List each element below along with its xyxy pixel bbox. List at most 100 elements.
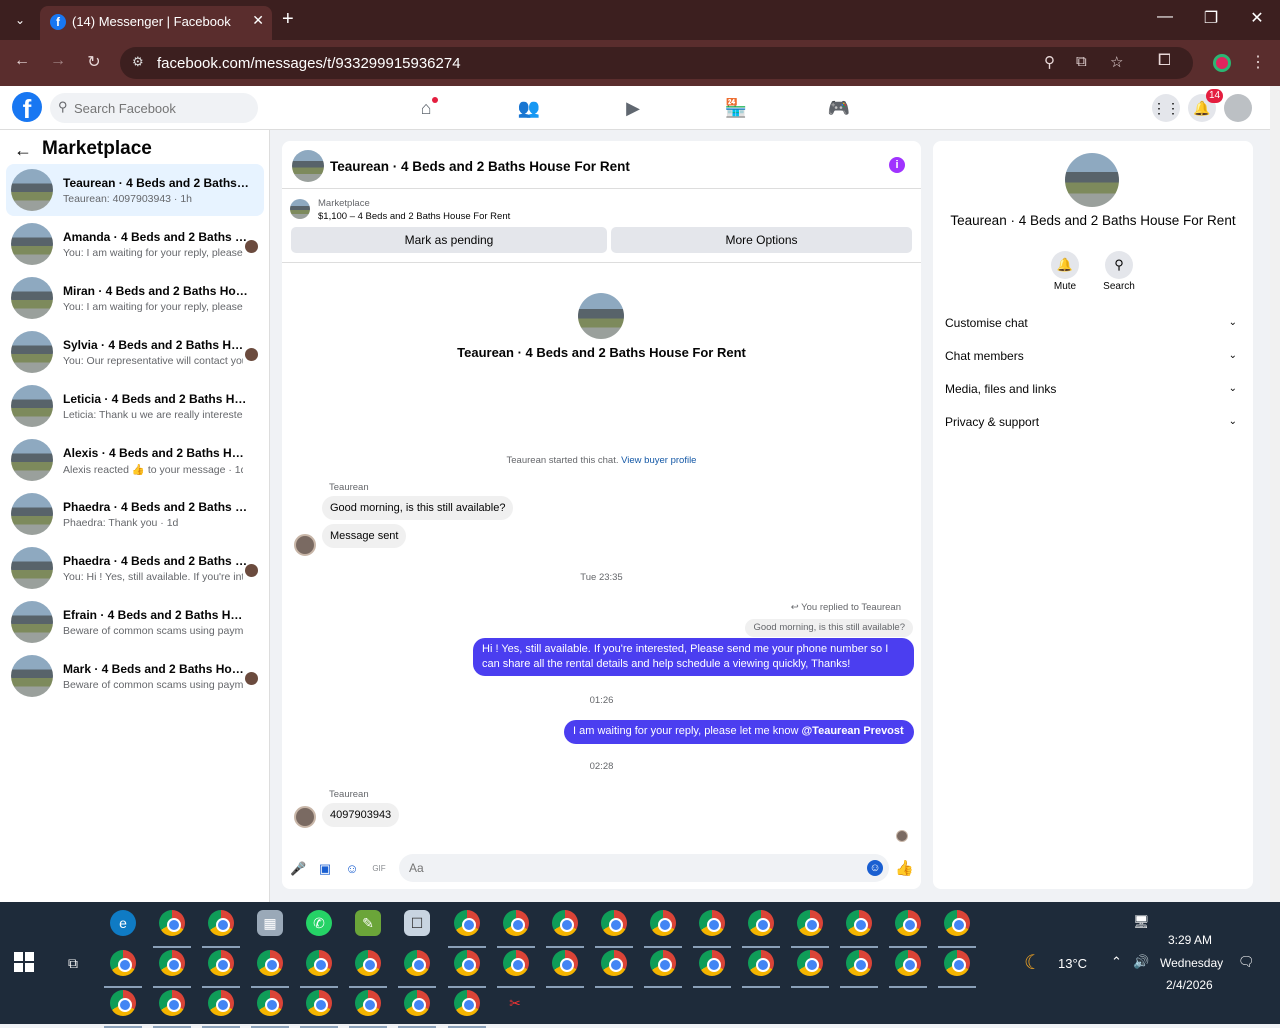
more-options-button[interactable]: More Options	[611, 227, 912, 253]
mute-bell-icon[interactable]: 🔔	[1051, 251, 1079, 279]
chrome-taskbar-icon[interactable]	[944, 910, 970, 936]
sender-avatar[interactable]	[294, 534, 316, 556]
chrome-taskbar-icon[interactable]	[650, 950, 676, 976]
conversation-item[interactable]: Sylvia · 4 Beds and 2 Baths House For Re…	[6, 326, 264, 378]
conversation-item[interactable]: Phaedra · 4 Beds and 2 Baths House For R…	[6, 542, 264, 594]
close-window-button[interactable]: ✕	[1242, 8, 1272, 28]
privacy-support-item[interactable]: Privacy & support ⌄	[945, 410, 1241, 434]
browser-profile-avatar[interactable]	[1213, 54, 1231, 72]
whatsapp-icon[interactable]: ✆	[306, 910, 332, 936]
windows-start-icon[interactable]	[14, 952, 34, 972]
chrome-taskbar-icon[interactable]	[208, 950, 234, 976]
emoji-icon[interactable]: ☺	[867, 860, 883, 876]
facebook-logo-icon[interactable]: f	[12, 92, 42, 124]
address-bar[interactable]: ⚙ facebook.com/messages/t/93329991593627…	[120, 47, 1193, 79]
chrome-taskbar-icon[interactable]	[208, 990, 234, 1016]
chrome-taskbar-icon[interactable]	[944, 950, 970, 976]
chrome-taskbar-icon[interactable]	[552, 910, 578, 936]
thumbs-up-icon[interactable]: 👍	[895, 861, 914, 877]
clock-day[interactable]: Wednesday	[1160, 956, 1223, 970]
browser-tab-messenger[interactable]: f (14) Messenger | Facebook ✕	[40, 6, 272, 40]
info-icon[interactable]: i	[889, 157, 905, 173]
video-icon[interactable]: ▶	[620, 95, 646, 121]
conversation-item[interactable]: Leticia · 4 Beds and 2 Baths House For R…	[6, 380, 264, 432]
conversation-item[interactable]: Alexis · 4 Beds and 2 Baths House For Re…	[6, 434, 264, 486]
chrome-taskbar-icon[interactable]	[503, 910, 529, 936]
chrome-taskbar-icon[interactable]	[601, 950, 627, 976]
mark-as-pending-button[interactable]: Mark as pending	[291, 227, 607, 253]
edge-icon[interactable]: e	[110, 910, 136, 936]
chat-title[interactable]: Teaurean · 4 Beds and 2 Baths House For …	[330, 159, 630, 174]
chrome-taskbar-icon[interactable]	[846, 950, 872, 976]
bookmark-star-icon[interactable]: ☆	[1110, 53, 1123, 71]
gif-icon[interactable]: GIF	[371, 861, 387, 877]
chrome-taskbar-icon[interactable]	[503, 950, 529, 976]
search-icon[interactable]: ⚲	[1105, 251, 1133, 279]
chat-avatar[interactable]	[292, 150, 324, 182]
tab-search-button[interactable]: ⌄	[8, 8, 32, 32]
network-app-icon[interactable]: ▦	[257, 910, 283, 936]
chrome-taskbar-icon[interactable]	[454, 990, 480, 1016]
account-avatar[interactable]	[1224, 94, 1252, 122]
forward-button[interactable]: →	[46, 52, 70, 70]
search-input[interactable]	[74, 93, 254, 123]
hidden-icons-chevron-icon[interactable]: ⌃	[1111, 954, 1122, 970]
chrome-taskbar-icon[interactable]	[699, 950, 725, 976]
chrome-taskbar-icon[interactable]	[552, 950, 578, 976]
back-button[interactable]: ←	[10, 52, 34, 70]
chrome-taskbar-icon[interactable]	[355, 990, 381, 1016]
media-files-links-item[interactable]: Media, files and links ⌄	[945, 377, 1241, 401]
temperature[interactable]: 13°C	[1058, 956, 1087, 971]
conversation-item[interactable]: Mark · 4 Beds and 2 Baths House For Rent…	[6, 650, 264, 702]
browser-menu-icon[interactable]: ⋮	[1250, 52, 1266, 72]
notepad-icon[interactable]: ✎	[355, 910, 381, 936]
task-view-icon[interactable]: ⧉	[60, 950, 86, 976]
chrome-taskbar-icon[interactable]	[601, 910, 627, 936]
chrome-taskbar-icon[interactable]	[797, 910, 823, 936]
clock-date[interactable]: 2/4/2026	[1166, 978, 1213, 992]
chrome-taskbar-icon[interactable]	[797, 950, 823, 976]
zoom-icon[interactable]: ⚲	[1044, 53, 1055, 71]
view-buyer-profile-link[interactable]: View buyer profile	[621, 455, 696, 466]
chrome-taskbar-icon[interactable]	[748, 950, 774, 976]
clock-time[interactable]: 3:29 AM	[1168, 933, 1212, 947]
friends-icon[interactable]: 👥	[516, 95, 542, 121]
site-info-icon[interactable]: ⚙	[132, 54, 144, 70]
listing-price-title[interactable]: $1,100 – 4 Beds and 2 Baths House For Re…	[318, 211, 510, 222]
conversation-item[interactable]: Teaurean · 4 Beds and 2 Baths House For …	[6, 164, 264, 216]
message-input[interactable]	[409, 854, 859, 882]
chrome-taskbar-icon[interactable]	[306, 950, 332, 976]
chat-members-item[interactable]: Chat members ⌄	[945, 344, 1241, 368]
page-scrollbar[interactable]	[1270, 86, 1280, 902]
chrome-taskbar-icon[interactable]	[306, 990, 332, 1016]
chrome-taskbar-icon[interactable]	[846, 910, 872, 936]
message-input-box[interactable]: ☺	[399, 854, 889, 882]
chrome-taskbar-icon[interactable]	[895, 910, 921, 936]
volume-icon[interactable]: 🔊	[1133, 954, 1149, 970]
conversation-item[interactable]: Amanda · 4 Beds and 2 Baths House For Re…	[6, 218, 264, 270]
chrome-taskbar-icon[interactable]	[257, 950, 283, 976]
marketplace-icon[interactable]: 🏪	[723, 95, 749, 121]
chrome-taskbar-icon[interactable]	[454, 910, 480, 936]
minimize-button[interactable]: —	[1150, 8, 1180, 26]
chrome-taskbar-icon[interactable]	[895, 950, 921, 976]
chrome-taskbar-icon[interactable]	[650, 910, 676, 936]
sender-avatar[interactable]	[294, 806, 316, 828]
outgoing-message[interactable]: Hi ! Yes, still available. If you're int…	[473, 638, 914, 676]
conversation-item[interactable]: Miran · 4 Beds and 2 Baths House For Ren…	[6, 272, 264, 324]
install-app-icon[interactable]: ⧉	[1076, 53, 1087, 70]
chrome-taskbar-icon[interactable]	[257, 990, 283, 1016]
chrome-taskbar-icon[interactable]	[454, 950, 480, 976]
chrome-taskbar-icon[interactable]	[699, 910, 725, 936]
notification-center-icon[interactable]: 🗨	[1238, 954, 1255, 970]
facebook-search[interactable]: ⚲	[50, 93, 258, 123]
new-tab-button[interactable]: +	[282, 8, 294, 30]
extensions-icon[interactable]: ⧠	[1158, 52, 1171, 70]
chrome-taskbar-icon[interactable]	[159, 910, 185, 936]
sticker-icon[interactable]: ☺	[344, 861, 360, 877]
chrome-taskbar-icon[interactable]	[404, 990, 430, 1016]
photo-icon[interactable]: ▣	[317, 861, 333, 877]
microphone-icon[interactable]: 🎤	[290, 861, 306, 877]
chrome-taskbar-icon[interactable]	[110, 950, 136, 976]
customise-chat-item[interactable]: Customise chat ⌄	[945, 311, 1241, 335]
